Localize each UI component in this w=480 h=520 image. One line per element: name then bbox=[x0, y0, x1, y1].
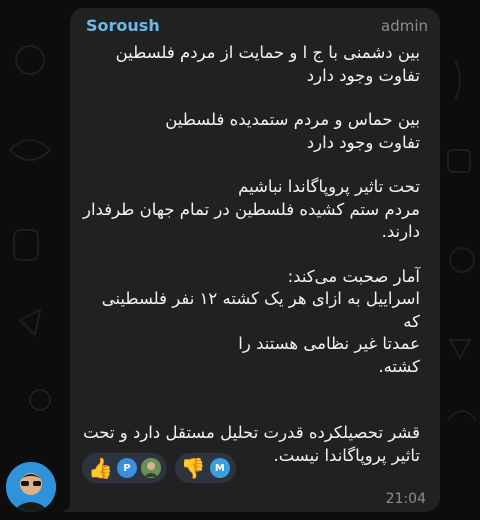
reaction-thumbs-up[interactable]: 👍 P bbox=[82, 453, 167, 483]
text-line: بین حماس و مردم ستمدیده فلسطین bbox=[165, 110, 420, 129]
reactor-avatar: P bbox=[116, 458, 137, 478]
paragraph: بین دشمنی با ج ا و حمایت از مردم فلسطین … bbox=[80, 42, 420, 87]
sender-avatar[interactable] bbox=[6, 462, 56, 512]
reactions-row: 👍 P 👎 M bbox=[82, 453, 236, 483]
text-line: تفاوت وجود دارد bbox=[306, 132, 420, 152]
message-text: بین دشمنی با ج ا و حمایت از مردم فلسطین … bbox=[80, 42, 420, 467]
reactor-avatar: M bbox=[209, 458, 230, 478]
text-line: اسراییل به ازای هر یک کشته ۱۲ نفر فلسطین… bbox=[101, 289, 420, 331]
text-line: تفاوت وجود دارد bbox=[306, 65, 420, 85]
text-line: قشر تحصیلکرده قدرت تحلیل مستقل دارد و تح… bbox=[83, 423, 420, 442]
admin-badge: admin bbox=[381, 17, 428, 35]
paragraph: تحت تاثیر پروپاگاندا نباشیم مردم ستم کشی… bbox=[80, 176, 420, 244]
message-bubble[interactable]: Soroush admin بین دشمنی با ج ا و حمایت ا… bbox=[70, 8, 440, 512]
paragraph: آمار صحبت می‌کند: اسراییل به ازای هر یک … bbox=[80, 266, 420, 379]
text-line: دارند. bbox=[381, 222, 420, 241]
reaction-thumbs-down[interactable]: 👎 M bbox=[174, 453, 236, 483]
thumbs-up-icon: 👍 bbox=[88, 456, 113, 480]
paragraph: بین حماس و مردم ستمدیده فلسطین تفاوت وجو… bbox=[80, 109, 420, 154]
message-timestamp: 21:04 bbox=[385, 491, 426, 507]
text-line: مردم ستم کشیده فلسطین در تمام جهان طرفدا… bbox=[83, 199, 420, 219]
text-line: کشته. bbox=[378, 356, 420, 376]
thumbs-down-icon: 👎 bbox=[180, 456, 206, 480]
reactor-avatar bbox=[140, 458, 161, 478]
text-line: عمدتا غیر نظامی هستند را bbox=[238, 334, 420, 353]
text-line: تحت تاثیر پروپاگاندا نباشیم bbox=[238, 177, 420, 196]
text-line: آمار صحبت می‌کند: bbox=[287, 266, 420, 286]
sender-name[interactable]: Soroush bbox=[86, 16, 160, 35]
text-line: بین دشمنی با ج ا و حمایت از مردم فلسطین bbox=[115, 43, 420, 62]
